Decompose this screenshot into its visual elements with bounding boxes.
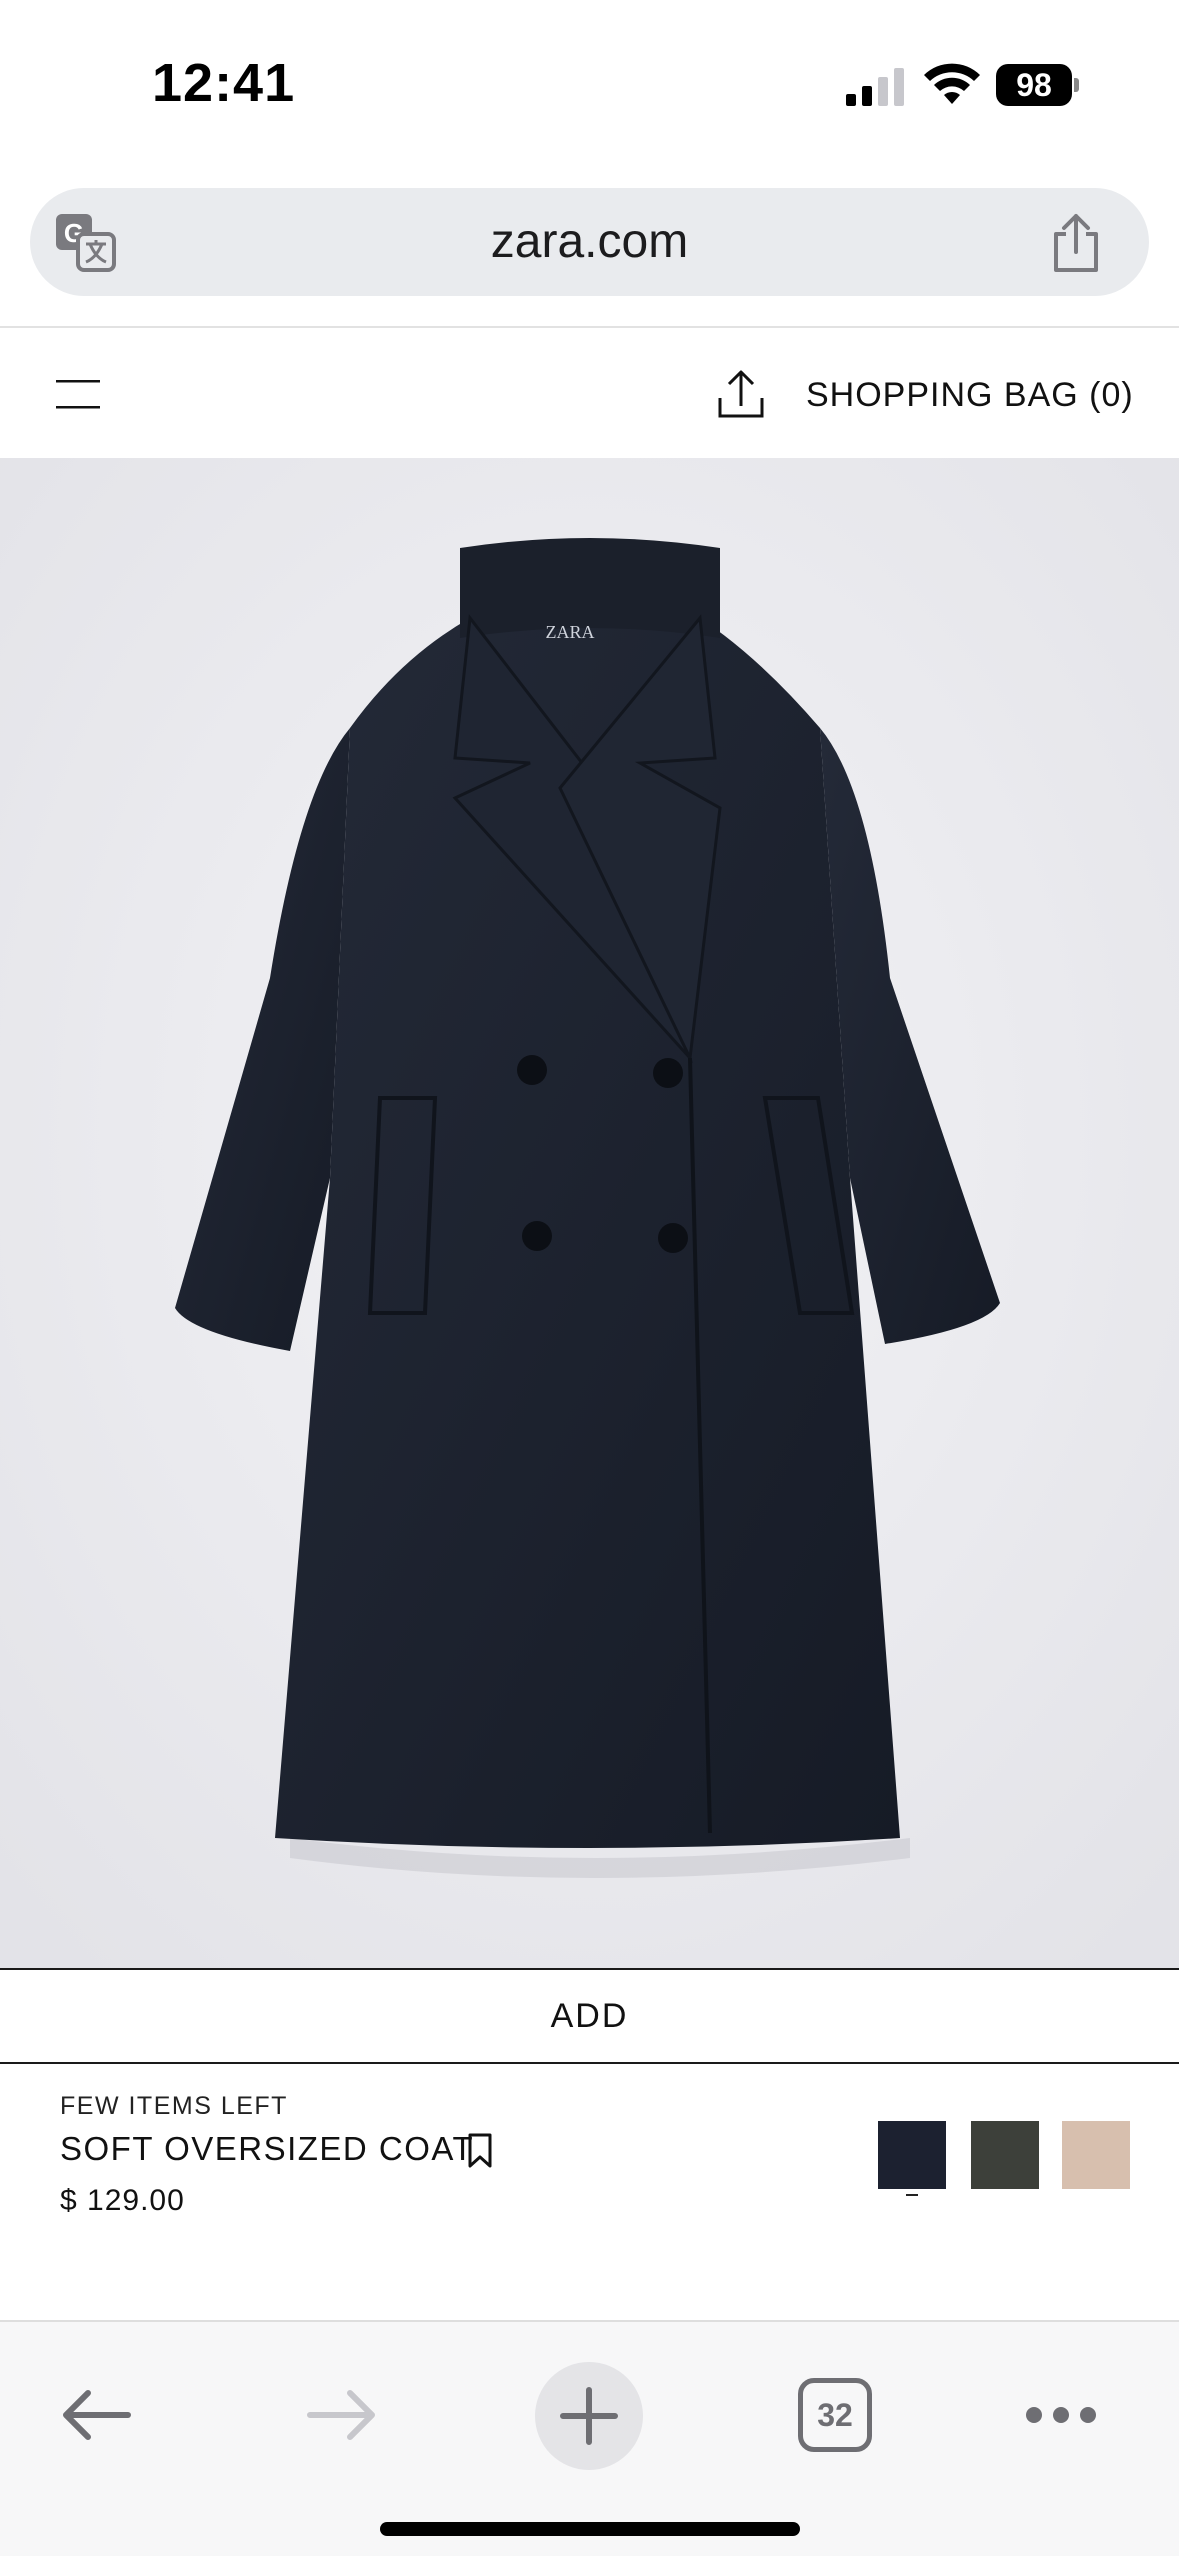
site-header: SHOPPING BAG (0) xyxy=(0,328,1179,458)
product-name[interactable]: SOFT OVERSIZED COAT xyxy=(60,2130,474,2168)
address-bar[interactable]: zara.com G xyxy=(30,188,1149,296)
plus-icon xyxy=(560,2387,618,2445)
brand-label: ZARA xyxy=(546,622,595,642)
color-swatch-navy[interactable] xyxy=(878,2121,946,2189)
stock-label: FEW ITEMS LEFT xyxy=(60,2092,288,2120)
battery-tip xyxy=(1074,78,1079,92)
new-tab-button[interactable] xyxy=(535,2362,643,2470)
coat-illustration: ZARA xyxy=(0,458,1179,1968)
translate-icon[interactable]: G xyxy=(54,212,116,272)
bookmark-icon[interactable] xyxy=(466,2132,494,2170)
add-to-bag-bar[interactable]: ADD xyxy=(0,1968,1179,2064)
forward-arrow-icon[interactable] xyxy=(306,2388,378,2442)
product-info: FEW ITEMS LEFT SOFT OVERSIZED COAT $ 129… xyxy=(0,2064,1179,2320)
home-indicator xyxy=(380,2522,800,2536)
color-swatch-beige[interactable] xyxy=(1062,2121,1130,2189)
add-button[interactable]: ADD xyxy=(0,1970,1179,2062)
product-price: $ 129.00 xyxy=(60,2184,185,2217)
cellular-signal-icon xyxy=(846,68,904,106)
shopping-bag-link[interactable]: SHOPPING BAG (0) xyxy=(806,376,1134,415)
browser-toolbar: 32 xyxy=(0,2322,1179,2556)
back-arrow-icon[interactable] xyxy=(60,2388,132,2442)
product-image[interactable]: ZARA xyxy=(0,458,1179,1968)
wifi-icon xyxy=(924,63,980,104)
share-icon[interactable] xyxy=(1048,212,1104,274)
share-icon[interactable] xyxy=(716,368,766,420)
color-swatch-olive[interactable] xyxy=(971,2121,1039,2189)
menu-icon[interactable] xyxy=(56,376,100,412)
url-text[interactable]: zara.com xyxy=(30,188,1149,296)
battery-level: 98 xyxy=(996,64,1072,106)
tab-count: 32 xyxy=(817,2397,853,2433)
status-time: 12:41 xyxy=(152,53,296,113)
tabs-button[interactable]: 32 xyxy=(798,2378,872,2452)
selected-swatch-marker xyxy=(906,2194,918,2196)
battery-indicator: 98 xyxy=(996,64,1079,106)
status-bar: 12:41 98 xyxy=(0,0,1179,170)
ellipsis-icon[interactable] xyxy=(1024,2402,1098,2428)
